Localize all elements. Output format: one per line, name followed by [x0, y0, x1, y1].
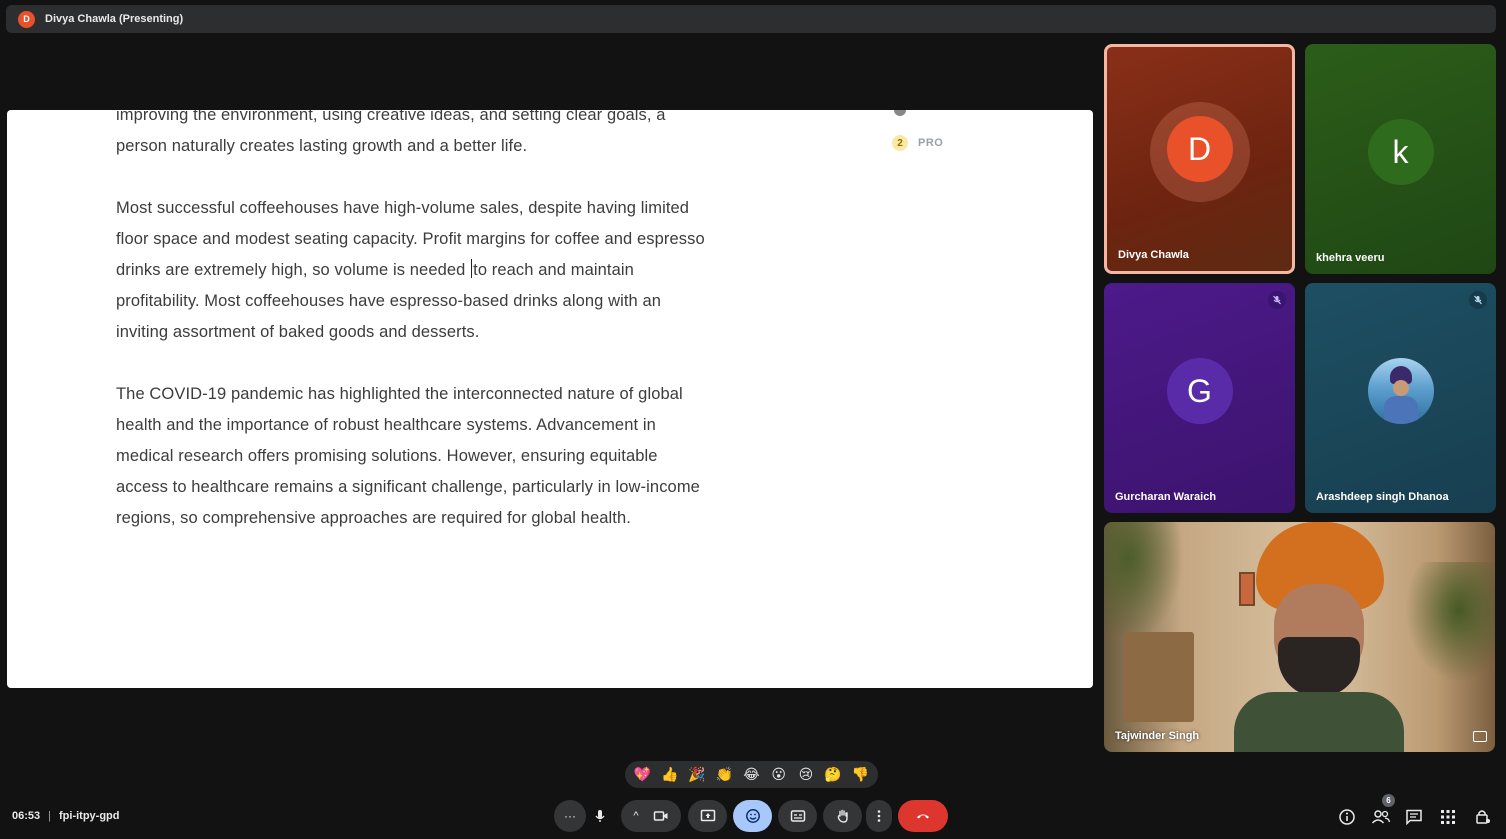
mic-off-icon: [1268, 291, 1286, 309]
marker-label: PRO: [918, 137, 944, 149]
presenter-title: Divya Chawla (Presenting): [45, 13, 184, 25]
meeting-separator: |: [48, 810, 51, 822]
presenter-bar: D Divya Chawla (Presenting): [6, 5, 1496, 33]
participant-name: khehra veeru: [1316, 252, 1385, 264]
paragraph-3: The COVID-19 pandemic has highlighted th…: [116, 385, 700, 527]
present-screen-button[interactable]: [688, 800, 727, 832]
chat-button[interactable]: [1405, 808, 1423, 826]
reaction-sad[interactable]: 😢: [795, 766, 817, 783]
camera-icon: [653, 811, 668, 821]
reactions-button[interactable]: [733, 800, 772, 832]
mic-off-icon: [1469, 291, 1487, 309]
reaction-thumbs-down[interactable]: 👎: [849, 766, 871, 783]
background-plant: [1405, 562, 1495, 682]
video-person: [1234, 522, 1404, 752]
leave-call-button[interactable]: [898, 800, 948, 832]
document-text: improving the environment, using creativ…: [116, 110, 706, 565]
emoji-icon: [745, 809, 760, 823]
reaction-thumbs-up[interactable]: 👍: [659, 766, 681, 783]
participant-name: Tajwinder Singh: [1115, 730, 1200, 742]
people-icon: [1371, 810, 1391, 824]
avatar: k: [1367, 119, 1434, 185]
present-icon: [700, 809, 715, 822]
hang-up-icon: [917, 814, 929, 819]
host-controls-button[interactable]: [1474, 808, 1492, 826]
profile-photo: [1367, 358, 1434, 424]
participant-name: Arashdeep singh Dhanoa: [1316, 491, 1449, 503]
shared-screen[interactable]: improving the environment, using creativ…: [7, 110, 1093, 688]
reaction-clap[interactable]: 👏: [713, 766, 735, 783]
reaction-thinking[interactable]: 🤔: [822, 766, 844, 783]
apps-grid-icon: [1441, 810, 1455, 824]
captions-icon: [790, 810, 805, 822]
camera-button[interactable]: ^: [621, 800, 681, 832]
meeting-details-button[interactable]: [1338, 808, 1356, 826]
people-button[interactable]: [1371, 808, 1391, 826]
participant-tile-gurcharan[interactable]: G Gurcharan Waraich: [1104, 283, 1295, 513]
lock-person-icon: [1476, 810, 1490, 824]
mic-icon: [595, 810, 605, 822]
participant-tile-tajwinder-video[interactable]: Tajwinder Singh: [1104, 522, 1495, 752]
participant-tile-khehra[interactable]: k khehra veeru: [1305, 44, 1496, 274]
paragraph-1: improving the environment, using creativ…: [116, 110, 666, 155]
hand-icon: [837, 809, 848, 823]
more-options-button[interactable]: [866, 800, 892, 832]
participant-name: Divya Chawla: [1118, 249, 1189, 261]
info-icon: [1339, 809, 1355, 825]
pro-marker: 2 PRO: [892, 135, 943, 151]
avatar: G: [1166, 358, 1233, 424]
reaction-heart[interactable]: 💖: [632, 766, 654, 783]
chat-icon: [1406, 809, 1422, 826]
background-plant: [1104, 522, 1184, 642]
mic-button[interactable]: [586, 800, 614, 832]
pip-icon[interactable]: [1473, 731, 1487, 742]
text-cursor: [471, 259, 473, 278]
chevron-up-icon[interactable]: ^: [633, 810, 638, 822]
more-dots-icon: ···: [564, 809, 576, 823]
reaction-laugh[interactable]: 😂: [740, 766, 762, 783]
activities-button[interactable]: [1440, 808, 1456, 826]
marker-dot: [894, 110, 906, 116]
meeting-code: fpi-itpy-gpd: [59, 810, 120, 822]
background-shelf: [1124, 632, 1194, 722]
bottom-bar: 06:53 | fpi-itpy-gpd ··· ^: [0, 800, 1506, 839]
participant-tile-arashdeep[interactable]: Arashdeep singh Dhanoa: [1305, 283, 1496, 513]
meeting-info: 06:53 | fpi-itpy-gpd: [12, 810, 119, 822]
participant-tile-divya[interactable]: D Divya Chawla: [1104, 44, 1295, 274]
people-count-badge: 6: [1382, 794, 1395, 807]
reactions-bar: 💖 👍 🎉 👏 😂 😮 😢 🤔 👎: [625, 761, 878, 788]
reaction-surprised[interactable]: 😮: [768, 766, 790, 783]
presenter-avatar: D: [18, 10, 35, 28]
more-options-left-button[interactable]: ···: [554, 800, 586, 832]
captions-button[interactable]: [778, 800, 817, 832]
participant-name: Gurcharan Waraich: [1115, 491, 1217, 503]
avatar: D: [1166, 116, 1233, 182]
marker-number: 2: [892, 135, 908, 151]
raise-hand-button[interactable]: [823, 800, 862, 832]
meeting-time: 06:53: [12, 810, 41, 822]
more-vert-icon: [877, 810, 881, 822]
paragraph-2: Most successful coffeehouses have high-v…: [116, 193, 706, 348]
reaction-party[interactable]: 🎉: [686, 766, 708, 783]
